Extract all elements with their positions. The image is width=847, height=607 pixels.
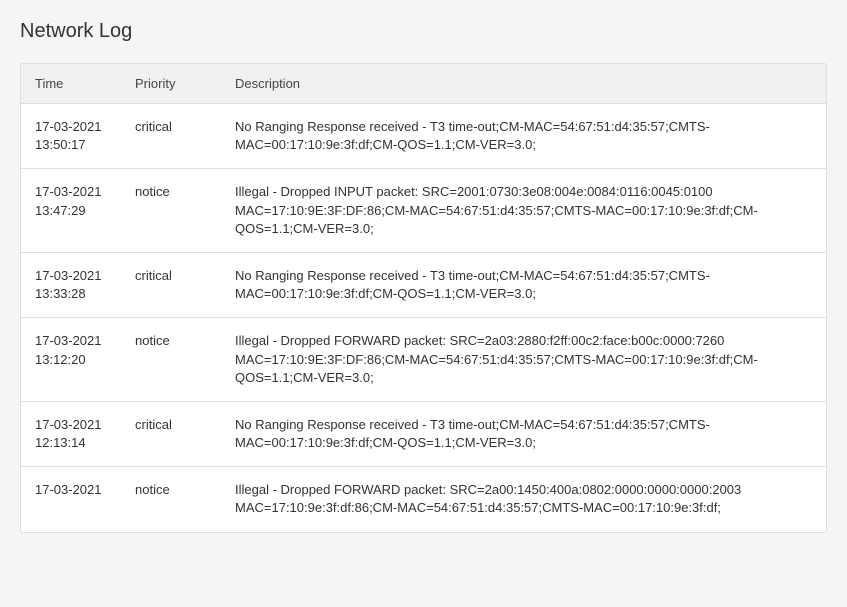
table-row: 17-03-202113:33:28criticalNo Ranging Res… bbox=[21, 252, 826, 317]
cell-priority: notice bbox=[121, 318, 221, 402]
cell-description: No Ranging Response received - T3 time-o… bbox=[221, 401, 826, 466]
table-row: 17-03-202113:47:29noticeIllegal - Droppe… bbox=[21, 169, 826, 253]
cell-time: 17-03-202113:33:28 bbox=[21, 252, 121, 317]
col-priority: Priority bbox=[121, 64, 221, 104]
cell-time: 17-03-202113:47:29 bbox=[21, 169, 121, 253]
cell-description: No Ranging Response received - T3 time-o… bbox=[221, 252, 826, 317]
table-row: 17-03-202113:50:17criticalNo Ranging Res… bbox=[21, 104, 826, 169]
cell-description: Illegal - Dropped INPUT packet: SRC=2001… bbox=[221, 169, 826, 253]
cell-time: 17-03-202113:50:17 bbox=[21, 104, 121, 169]
cell-priority: critical bbox=[121, 252, 221, 317]
cell-description: Illegal - Dropped FORWARD packet: SRC=2a… bbox=[221, 467, 826, 532]
cell-time: 17-03-202112:13:14 bbox=[21, 401, 121, 466]
table-scroll-area[interactable]: Time Priority Description 17-03-202113:5… bbox=[21, 64, 826, 532]
cell-time: 17-03-2021 bbox=[21, 467, 121, 532]
page-title: Network Log bbox=[20, 20, 827, 43]
table-row: 17-03-202112:13:14criticalNo Ranging Res… bbox=[21, 401, 826, 466]
table-row: 17-03-202113:12:20noticeIllegal - Droppe… bbox=[21, 318, 826, 402]
col-time: Time bbox=[21, 64, 121, 104]
cell-priority: critical bbox=[121, 104, 221, 169]
col-description: Description bbox=[221, 64, 826, 104]
cell-time: 17-03-202113:12:20 bbox=[21, 318, 121, 402]
cell-description: Illegal - Dropped FORWARD packet: SRC=2a… bbox=[221, 318, 826, 402]
table-row: 17-03-2021noticeIllegal - Dropped FORWAR… bbox=[21, 467, 826, 532]
cell-priority: notice bbox=[121, 467, 221, 532]
table-header-row: Time Priority Description bbox=[21, 64, 826, 104]
cell-priority: critical bbox=[121, 401, 221, 466]
cell-priority: notice bbox=[121, 169, 221, 253]
network-log-table: Time Priority Description 17-03-202113:5… bbox=[20, 63, 827, 533]
cell-description: No Ranging Response received - T3 time-o… bbox=[221, 104, 826, 169]
